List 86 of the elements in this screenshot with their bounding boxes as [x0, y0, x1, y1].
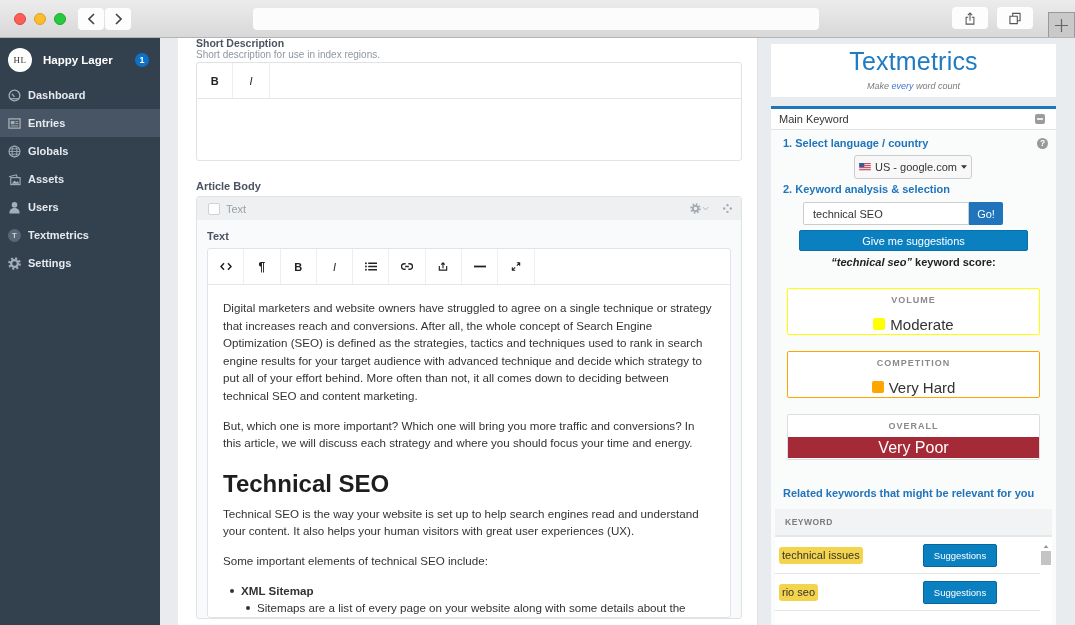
bold-button[interactable]: B — [280, 249, 317, 284]
site-logo[interactable]: HL — [8, 47, 32, 72]
sidebar-item[interactable]: Assets — [0, 165, 160, 193]
column-header: KEYWORD — [785, 517, 833, 527]
score-value: Moderate — [890, 315, 954, 333]
keyword-tag: rio seo — [779, 583, 819, 601]
score-label: OVERALL — [888, 421, 939, 431]
field-help-text: Short description for use in index regions. — [196, 49, 381, 61]
bold-button[interactable]: B — [197, 63, 234, 98]
paragraph: Some important elements of technical SEO include: — [223, 552, 489, 569]
paragraph: But, which one is more important? Which one will bring you more traffic and conversions? In this article, we will discuss each strategy and where you should focus your time and energy. — [223, 417, 696, 452]
move-icon[interactable] — [723, 204, 732, 213]
share-icon — [964, 11, 976, 25]
sidebar-item[interactable]: Globals — [0, 137, 160, 165]
score-label: COMPETITION — [876, 358, 951, 368]
list-icon — [364, 262, 377, 271]
rating-banner: Very Poor — [788, 437, 1039, 458]
caret-icon — [702, 206, 709, 211]
italic-button[interactable]: I — [233, 63, 270, 98]
section-heading: Related keywords that might be relevant for you — [783, 487, 1036, 499]
step-heading: 2. Keyword analysis & selection — [783, 183, 951, 195]
keyword-tag: technical issues — [779, 546, 863, 564]
sidebar-item[interactable]: Dashboard — [0, 81, 160, 109]
letter-circle-icon: T — [8, 228, 21, 242]
sidebar-item[interactable]: Settings — [0, 249, 160, 277]
text-editor[interactable]: B I — [196, 62, 742, 161]
sidebar-item[interactable]: T Textmetrics — [0, 221, 160, 249]
gauge-icon — [8, 88, 21, 102]
site-name[interactable]: Happy Lager — [43, 53, 113, 66]
sidebar-item[interactable]: Entries — [0, 109, 160, 137]
address-field[interactable] — [253, 8, 819, 30]
score-label: VOLUME — [891, 295, 936, 305]
paragraph: Technical SEO is the way your website is set up to help search engines read and understand your content. It also helps your human visitors with great user experiences (UX). — [223, 505, 700, 540]
italic-button[interactable]: I — [316, 249, 354, 284]
brand-logo: Textmetrics — [849, 47, 978, 75]
heading: Technical SEO — [223, 469, 391, 498]
images-icon — [8, 172, 21, 186]
tray-arrow-icon — [437, 262, 450, 271]
list-item: Sitemaps are a list of every page on your website along with some details about the — [257, 600, 686, 617]
field-label: Article Body — [196, 180, 262, 192]
plus-icon — [1055, 18, 1068, 32]
go-button[interactable]: Go! — [969, 202, 1003, 225]
score-title: “technical seo” keyword score: — [830, 256, 997, 268]
list-item: XML Sitemap — [241, 582, 314, 599]
paragraph: Digital marketers and website owners have struggled to agree on a single technique or strategy that increases reach and conversions. After all, the whole concept of Search Engine Optimization (SEO) is defined as the strategies, tactics and techniques used to rank in search engine results for your target audience with advanced technique and decide which strategy to put all of your effort behind. More often than not, it all comes down to deciding between technical SEO and content marketing. — [223, 300, 713, 404]
bullet-icon — [246, 606, 250, 611]
sidebar-item[interactable]: Users — [0, 193, 160, 221]
tagline: Make every word count — [866, 80, 961, 92]
minimize-button[interactable] — [34, 13, 46, 25]
score-value: Very Hard — [888, 378, 956, 396]
step-heading: 1. Select language / country — [783, 137, 929, 149]
code-icon — [219, 262, 232, 271]
link-icon — [401, 262, 414, 271]
suggestions-button[interactable]: Give me suggestions — [799, 230, 1028, 251]
settings-icon — [8, 256, 21, 270]
checkbox[interactable] — [208, 202, 220, 215]
new-tab-button[interactable] — [1048, 12, 1075, 37]
forward-button[interactable] — [105, 8, 131, 30]
newspaper-icon — [8, 116, 21, 130]
globe-icon — [8, 144, 21, 158]
collapse-icon[interactable] — [1035, 114, 1045, 124]
share-button[interactable] — [952, 7, 988, 29]
field-label: Short Description — [196, 38, 285, 49]
gear-icon — [690, 203, 701, 214]
field-label: Text — [207, 229, 230, 243]
close-button[interactable] — [14, 13, 26, 25]
suggestions-button[interactable]: Suggestions — [923, 580, 997, 604]
bullet-icon — [230, 588, 234, 593]
keyword-input[interactable]: technical SEO — [803, 202, 969, 225]
chevron-right-icon — [114, 13, 122, 25]
settings-button[interactable] — [690, 203, 709, 214]
block-type-label: Text — [226, 202, 247, 215]
country-dropdown[interactable]: US - google.com — [854, 155, 972, 179]
panel-title: Main Keyword — [779, 113, 849, 125]
paragraph-button[interactable]: ¶ — [244, 249, 281, 284]
tabs-icon — [1009, 11, 1021, 25]
caret-icon — [960, 165, 967, 169]
flag-icon — [859, 163, 872, 171]
back-button[interactable] — [78, 8, 104, 30]
zoom-button[interactable] — [54, 13, 66, 25]
notification-badge[interactable]: 1 — [135, 52, 149, 67]
user-icon — [8, 200, 21, 214]
suggestions-button[interactable]: Suggestions — [923, 543, 997, 567]
tabs-button[interactable] — [997, 7, 1033, 29]
chevron-left-icon — [87, 13, 95, 25]
expand-icon — [510, 262, 522, 271]
